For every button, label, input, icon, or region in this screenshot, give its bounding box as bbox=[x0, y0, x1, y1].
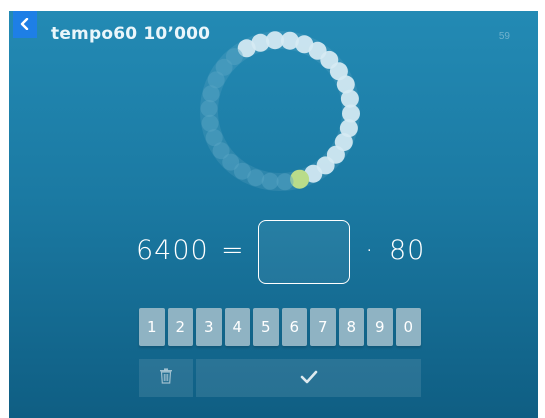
progress-dot bbox=[233, 162, 251, 180]
progress-ring-track bbox=[200, 31, 360, 191]
key-6[interactable]: 6 bbox=[281, 308, 307, 346]
progress-dot bbox=[342, 104, 360, 123]
progress-dot bbox=[247, 169, 265, 187]
question-counter: 59 bbox=[498, 31, 510, 42]
equation-right-operand: 80 bbox=[389, 235, 426, 266]
confirm-button[interactable] bbox=[196, 359, 421, 397]
progress-dot bbox=[329, 62, 348, 81]
progress-dot bbox=[295, 35, 314, 54]
progress-dot bbox=[261, 172, 279, 190]
progress-dot bbox=[215, 58, 233, 76]
progress-dot bbox=[290, 169, 310, 189]
progress-ring bbox=[200, 31, 360, 191]
progress-dot bbox=[280, 31, 299, 50]
progress-dot bbox=[207, 71, 225, 89]
key-9[interactable]: 9 bbox=[367, 308, 393, 346]
equation-left-operand: 6400 bbox=[136, 235, 209, 266]
action-bar bbox=[139, 359, 421, 397]
equals-sign: = bbox=[221, 235, 245, 266]
progress-dot bbox=[266, 31, 284, 50]
progress-dot bbox=[222, 153, 240, 171]
progress-dot bbox=[334, 133, 353, 152]
equation: 6400 = · 80 bbox=[9, 217, 538, 285]
progress-dot bbox=[251, 33, 270, 52]
progress-dot bbox=[304, 164, 323, 183]
key-0[interactable]: 0 bbox=[395, 308, 421, 346]
app-panel: tempo60 10’000 59 6400 = · 80 1 2 3 4 5 … bbox=[9, 11, 538, 418]
progress-dot bbox=[326, 145, 345, 164]
trash-icon bbox=[159, 368, 173, 388]
progress-dot bbox=[316, 156, 335, 175]
key-3[interactable]: 3 bbox=[196, 308, 222, 346]
key-7[interactable]: 7 bbox=[310, 308, 336, 346]
answer-input[interactable] bbox=[258, 220, 350, 284]
progress-dot bbox=[237, 39, 256, 58]
number-keypad: 1 2 3 4 5 6 7 8 9 0 bbox=[139, 308, 421, 346]
key-8[interactable]: 8 bbox=[338, 308, 364, 346]
progress-dot bbox=[336, 75, 355, 94]
progress-dot bbox=[201, 114, 219, 132]
progress-dot bbox=[339, 119, 358, 138]
progress-dot bbox=[320, 50, 339, 69]
key-2[interactable]: 2 bbox=[167, 308, 193, 346]
page-title: tempo60 10’000 bbox=[51, 24, 211, 44]
progress-dot bbox=[340, 89, 359, 108]
key-1[interactable]: 1 bbox=[139, 308, 165, 346]
progress-dot bbox=[225, 48, 243, 66]
progress-dot bbox=[205, 129, 223, 147]
delete-button[interactable] bbox=[139, 359, 193, 397]
chevron-left-icon bbox=[20, 15, 30, 34]
check-icon bbox=[300, 369, 318, 388]
screen: tempo60 10’000 59 6400 = · 80 1 2 3 4 5 … bbox=[0, 0, 545, 418]
multiply-operator: · bbox=[365, 235, 375, 266]
back-button[interactable] bbox=[13, 11, 37, 38]
progress-dot bbox=[308, 41, 327, 60]
progress-dot bbox=[212, 142, 230, 160]
progress-dot bbox=[202, 85, 220, 103]
progress-dot bbox=[276, 173, 294, 191]
key-5[interactable]: 5 bbox=[253, 308, 279, 346]
key-4[interactable]: 4 bbox=[224, 308, 250, 346]
progress-dot bbox=[200, 100, 218, 117]
